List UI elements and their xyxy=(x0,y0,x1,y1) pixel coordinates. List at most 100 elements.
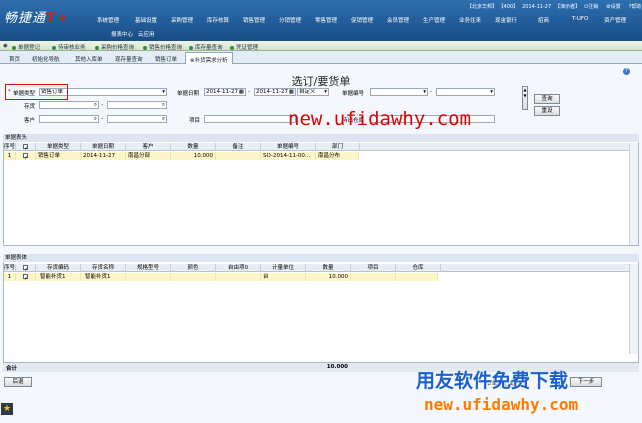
calendar-icon[interactable]: ▦ xyxy=(239,89,244,95)
col-checkbox[interactable]: ✓ xyxy=(16,143,36,151)
date-mode-value: 自定义 xyxy=(299,89,316,95)
date-to-input[interactable]: 2014-11-27 ▦ xyxy=(254,88,296,96)
logo-text: 畅捷通 xyxy=(4,11,47,26)
customer-dash: - xyxy=(101,116,103,122)
select-all-checkbox[interactable]: ✓ xyxy=(23,264,29,272)
nav-cash-bank[interactable]: 现金银行 xyxy=(495,16,517,24)
col-unit: 计量单位 xyxy=(261,264,306,272)
back-button[interactable]: 后退 xyxy=(4,377,32,387)
settings-link[interactable]: ⚙设置 xyxy=(606,4,625,10)
nav-cloud[interactable]: 云应用 xyxy=(138,30,155,38)
nav-inventory[interactable]: 库存核算 xyxy=(207,16,229,24)
date-to-value: 2014-11-27 xyxy=(256,89,288,95)
cell-index: 1 xyxy=(4,273,16,281)
star-icon[interactable]: ★ xyxy=(1,403,13,415)
quick-link-doc-register[interactable]: 单据登记 xyxy=(12,43,40,51)
tab-home[interactable]: 首页 xyxy=(5,52,24,64)
reset-button[interactable]: 重设 xyxy=(534,106,560,116)
user-info: 【北京华邦】 【400】 2014-11-27 【演示者】 ⏻注销 ⚙设置 ?帮助 xyxy=(467,3,642,10)
next-button[interactable]: 下一步 xyxy=(570,377,602,387)
nav-t-ufo[interactable]: T-UFO xyxy=(572,16,588,22)
cell-doc-date: 2014-11-27 xyxy=(81,152,126,160)
col-remark: 备注 xyxy=(216,143,261,151)
tab-replenish-analysis[interactable]: ⊗补货需求分析 xyxy=(185,52,233,64)
col-spec: 规格型号 xyxy=(126,264,171,272)
row-checkbox[interactable]: ✓ xyxy=(23,152,29,160)
query-button[interactable]: 查询 xyxy=(534,94,560,104)
nav-distribution[interactable]: 分销管理 xyxy=(279,16,301,24)
calendar-icon[interactable]: ▦ xyxy=(289,89,294,95)
nav-business[interactable]: 业务往来 xyxy=(459,16,481,24)
nav-basic-settings[interactable]: 基础设置 xyxy=(135,16,157,24)
tab-init-guide[interactable]: 初始化导航 xyxy=(28,52,64,64)
cell-checkbox[interactable]: ✓ xyxy=(16,152,36,160)
nav-purchase[interactable]: 采购管理 xyxy=(171,16,193,24)
collapse-toggle[interactable]: ▲ ▼ xyxy=(522,86,528,110)
doc-no-to-select[interactable]: ▾ xyxy=(436,88,495,96)
col-checkbox[interactable]: ✓ xyxy=(16,264,36,272)
logout-link[interactable]: ⏻注销 xyxy=(584,4,602,10)
date-from-input[interactable]: 2014-11-27 ▦ xyxy=(204,88,246,96)
search-icon[interactable]: ⌕ xyxy=(94,102,97,108)
search-icon[interactable]: ⌕ xyxy=(162,102,165,108)
header-section-title: 单据表头 xyxy=(3,134,639,142)
doc-no-from-select[interactable]: ▾ xyxy=(370,88,428,96)
cell-index: 1 xyxy=(4,152,16,160)
nav-retail[interactable]: 零售管理 xyxy=(315,16,337,24)
search-icon[interactable]: ⌕ xyxy=(94,116,97,122)
col-doc-no: 单据编号 xyxy=(261,143,316,151)
help-link[interactable]: ?帮助 xyxy=(629,4,642,10)
dot-icon xyxy=(143,45,147,50)
quick-link-voucher[interactable]: 凭证管理 xyxy=(230,43,258,51)
doc-no-dash: - xyxy=(430,89,432,95)
nav-production[interactable]: 生产管理 xyxy=(423,16,445,24)
header-grid-scrollbar[interactable] xyxy=(629,143,638,245)
chevron-down-icon: ▾ xyxy=(324,89,327,95)
tab-other-inbound[interactable]: 其他入库单 xyxy=(71,52,107,64)
quick-link-pending-audit[interactable]: 待审核业务 xyxy=(52,43,86,51)
table-row[interactable]: 1 ✓ 销售订单 2014-11-27 南昌分部 10.000 SO-2014-… xyxy=(4,152,359,160)
cell-project xyxy=(351,273,396,281)
nav-member[interactable]: 会员管理 xyxy=(387,16,409,24)
col-color: 颜色 xyxy=(171,264,216,272)
nav-sales[interactable]: 销售管理 xyxy=(243,16,265,24)
customer-to-input[interactable]: ⌕ xyxy=(107,115,167,123)
quick-link-sales-price[interactable]: 销售价格查询 xyxy=(143,43,182,51)
inventory-from-input[interactable]: ⌕ xyxy=(39,101,99,109)
select-all-checkbox[interactable]: ✓ xyxy=(23,143,29,151)
tab-sales-order[interactable]: 销售订单 xyxy=(151,52,181,64)
customer-from-input[interactable]: ⌕ xyxy=(39,115,99,123)
quick-link-purchase-price[interactable]: 采购价格查询 xyxy=(95,43,134,51)
col-inventory-code: 存货编码 xyxy=(36,264,81,272)
body-grid-scrollbar[interactable] xyxy=(629,264,638,354)
table-row[interactable]: 1 ✓ 智能补货1 智能补货1 台 10.000 xyxy=(4,273,438,281)
help-icon[interactable]: ? xyxy=(623,68,630,75)
cell-checkbox[interactable]: ✓ xyxy=(16,273,36,281)
account-id: 【400】 xyxy=(501,4,519,10)
quick-link-stock-query[interactable]: 库存量查询 xyxy=(189,43,223,51)
quick-links-home-icon[interactable]: ◉ xyxy=(3,43,8,49)
header-grid-columns: 序号 ✓ 单据类型 单据日期 客户 数量 备注 单据编号 部门 xyxy=(4,143,629,151)
inventory-to-input[interactable]: ⌕ xyxy=(107,101,167,109)
col-free-item: 自由项0 xyxy=(216,264,261,272)
dot-icon xyxy=(189,45,193,50)
body-grid-columns: 序号 ✓ 存货编码 存货名称 规格型号 颜色 自由项0 计量单位 数量 项目 仓… xyxy=(4,264,629,272)
nav-report-center[interactable]: 报表中心 xyxy=(111,30,133,38)
nav-promotion[interactable]: 促销管理 xyxy=(351,16,373,24)
customer-label: 客户 xyxy=(24,118,36,124)
row-checkbox[interactable]: ✓ xyxy=(23,273,29,281)
nav-system[interactable]: 系统管理 xyxy=(97,16,119,24)
nav-merchants[interactable]: 招商 xyxy=(538,16,549,24)
chevron-down-icon: ▾ xyxy=(162,89,165,95)
doc-date-label: 单据日期 xyxy=(177,91,200,97)
company-name: 【北京华邦】 xyxy=(467,4,498,10)
cell-department: 南昌分布 xyxy=(316,152,359,160)
totals-quantity: 10.000 xyxy=(326,364,348,370)
col-warehouse: 仓库 xyxy=(396,264,441,272)
search-icon[interactable]: ⌕ xyxy=(162,116,165,122)
nav-assets[interactable]: 资产管理 xyxy=(604,16,626,24)
date-mode-select[interactable]: 自定义 ▾ xyxy=(297,88,329,96)
project-input[interactable] xyxy=(204,115,296,123)
col-index: 序号 xyxy=(4,264,16,272)
tab-stock-query[interactable]: 现存量查询 xyxy=(111,52,147,64)
